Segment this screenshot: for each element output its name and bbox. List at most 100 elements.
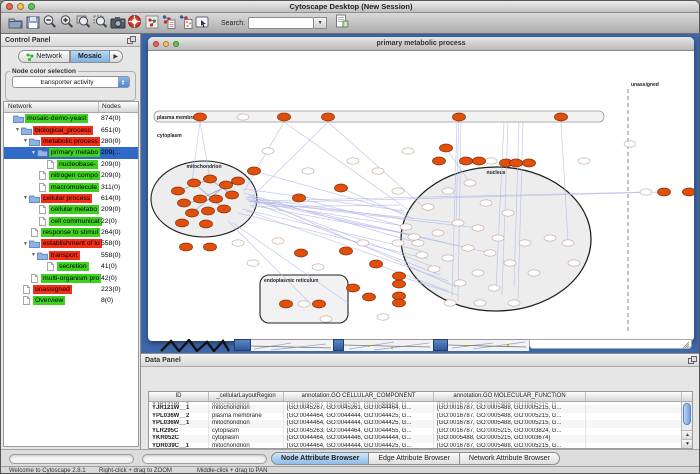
graph-label-node[interactable]: [472, 270, 484, 276]
graph-label-node[interactable]: [428, 266, 440, 272]
column-header[interactable]: annotation.GO CELLULAR_COMPONENT: [284, 392, 434, 401]
tab-edge-attribute-browser[interactable]: Edge Attribute Browser: [369, 452, 460, 465]
network-overview-icon[interactable]: [143, 13, 160, 30]
zoom-fit-icon[interactable]: [75, 13, 92, 30]
graph-label-node[interactable]: [452, 220, 464, 226]
graph-label-node[interactable]: [502, 210, 514, 216]
tree-row-nucleobase-[interactable]: nucleobase-209(0): [4, 159, 138, 170]
graph-node[interactable]: [186, 209, 199, 217]
graph-label-node[interactable]: [412, 240, 424, 246]
help-ring-icon[interactable]: [126, 13, 143, 30]
tree-row-response-to-stimul[interactable]: response to stimul264(0): [4, 227, 138, 238]
tree-row-establishment-of-lo[interactable]: ▼establishment of lo558(0): [4, 238, 138, 249]
tree-row-primary-metabo[interactable]: ▼primary metabo209(...: [4, 147, 138, 158]
tree-row-cellular-metabo[interactable]: cellular metabo209(0): [4, 204, 138, 215]
graph-node[interactable]: [658, 188, 671, 196]
graph-label-node[interactable]: [444, 300, 456, 306]
tree-row-cell-communicat[interactable]: cell communicat22(0): [4, 216, 138, 227]
table-row[interactable]: YPL036W__2plasma membrane[GO:0044464, GO…: [149, 413, 692, 421]
graph-label-node[interactable]: [400, 224, 412, 230]
graph-node[interactable]: [278, 113, 291, 121]
graph-node[interactable]: [555, 113, 568, 121]
column-header[interactable]: annotation.GO MOLECULAR_FUNCTION: [434, 392, 586, 401]
graph-edge[interactable]: [244, 122, 284, 191]
zoom-in-icon[interactable]: [58, 13, 75, 30]
graph-label-node[interactable]: [442, 188, 454, 194]
graph-label-node[interactable]: [442, 255, 454, 261]
scroll-down-icon[interactable]: ▼: [682, 439, 693, 448]
scroll-up-icon[interactable]: ▲: [682, 430, 693, 439]
graph-label-node[interactable]: [485, 158, 497, 164]
tab-network-attribute-browser[interactable]: Network Attribute Browser: [460, 452, 560, 465]
graph-label-node[interactable]: [392, 240, 404, 246]
scrollbar-thumb[interactable]: [683, 403, 691, 425]
tab-mosaic[interactable]: Mosaic: [70, 50, 110, 63]
import-table-icon[interactable]: [177, 13, 194, 30]
zoom-selected-icon[interactable]: [92, 13, 109, 30]
table-scrollbar[interactable]: ▲ ▼: [681, 402, 692, 448]
graph-node[interactable]: [293, 194, 306, 202]
graph-label-node[interactable]: [578, 158, 590, 164]
graph-label-node[interactable]: [402, 148, 414, 154]
region-plasma-membrane[interactable]: [154, 111, 604, 122]
graph-node[interactable]: [370, 260, 383, 268]
graph-node[interactable]: [322, 113, 335, 121]
background-window-edge[interactable]: [433, 339, 448, 351]
graph-label-node[interactable]: [562, 240, 574, 246]
graph-node[interactable]: [340, 247, 353, 255]
graph-label-node[interactable]: [298, 301, 310, 307]
graph-label-node[interactable]: [492, 235, 504, 241]
graph-node[interactable]: [200, 220, 213, 228]
disclosure-expanded-icon[interactable]: ▼: [22, 138, 29, 144]
graph-label-node[interactable]: [320, 316, 332, 322]
graph-node[interactable]: [460, 157, 473, 165]
graph-node[interactable]: [194, 113, 207, 121]
graph-node[interactable]: [393, 272, 406, 280]
graph-node[interactable]: [280, 300, 293, 308]
network-view-titlebar[interactable]: primary metabolic process: [148, 37, 694, 51]
graph-node[interactable]: [194, 195, 207, 203]
graph-label-node[interactable]: [377, 314, 389, 320]
graph-label-node[interactable]: [432, 230, 444, 236]
graph-label-node[interactable]: [347, 158, 359, 164]
graph-label-node[interactable]: [480, 200, 492, 206]
graph-node[interactable]: [473, 157, 486, 165]
annotation-icon[interactable]: [333, 13, 350, 30]
graph-label-node[interactable]: [247, 260, 259, 266]
search-input[interactable]: [248, 17, 314, 29]
graph-label-node[interactable]: [528, 270, 540, 276]
background-window-preview[interactable]: [344, 339, 433, 351]
graph-node[interactable]: [248, 167, 261, 175]
graph-label-node[interactable]: [568, 260, 580, 266]
graph-node[interactable]: [683, 188, 695, 196]
disclosure-expanded-icon[interactable]: ▼: [22, 195, 29, 201]
tree-row-secretion[interactable]: secretion41(0): [4, 261, 138, 272]
background-window-edge[interactable]: [333, 339, 344, 351]
tab-node-attribute-browser[interactable]: Node Attribute Browser: [271, 452, 369, 465]
background-window-preview[interactable]: [448, 339, 529, 351]
tree-row-multi-organism-pro[interactable]: multi-organism pro42(0): [4, 272, 138, 283]
tab-network[interactable]: Network: [18, 50, 70, 63]
graph-node[interactable]: [393, 299, 406, 307]
search-dropdown-button[interactable]: ▼: [314, 17, 327, 29]
graph-label-node[interactable]: [408, 234, 420, 240]
graph-node[interactable]: [204, 243, 217, 251]
tree-row-unassigned[interactable]: unassigned223(0): [4, 284, 138, 295]
snapshot-icon[interactable]: [109, 13, 126, 30]
graph-label-node[interactable]: [454, 280, 466, 286]
tree-row-transport[interactable]: ▼transport558(0): [4, 250, 138, 261]
tab-overflow-button[interactable]: ▶: [110, 50, 123, 63]
graph-node[interactable]: [204, 175, 217, 183]
graph-node[interactable]: [178, 199, 191, 207]
graph-label-node[interactable]: [519, 240, 531, 246]
table-row[interactable]: YLR295Ccytoplasm[GO:0045263, GO:0044464,…: [149, 428, 692, 436]
tree-row-biological-process[interactable]: ▼biological_process651(0): [4, 124, 138, 135]
graph-node[interactable]: [313, 300, 326, 308]
table-row[interactable]: YJR121W__1mitochondrion[GO:0045267, GO:0…: [149, 402, 692, 405]
tree-row-overview[interactable]: Overview8(0): [4, 295, 138, 306]
disclosure-expanded-icon[interactable]: ▼: [30, 252, 37, 258]
graph-node[interactable]: [202, 207, 215, 215]
graph-label-node[interactable]: [544, 235, 556, 241]
graph-node[interactable]: [433, 157, 446, 165]
network-canvas[interactable]: plasma membranecytoplasmmitochondrionnuc…: [148, 51, 694, 341]
